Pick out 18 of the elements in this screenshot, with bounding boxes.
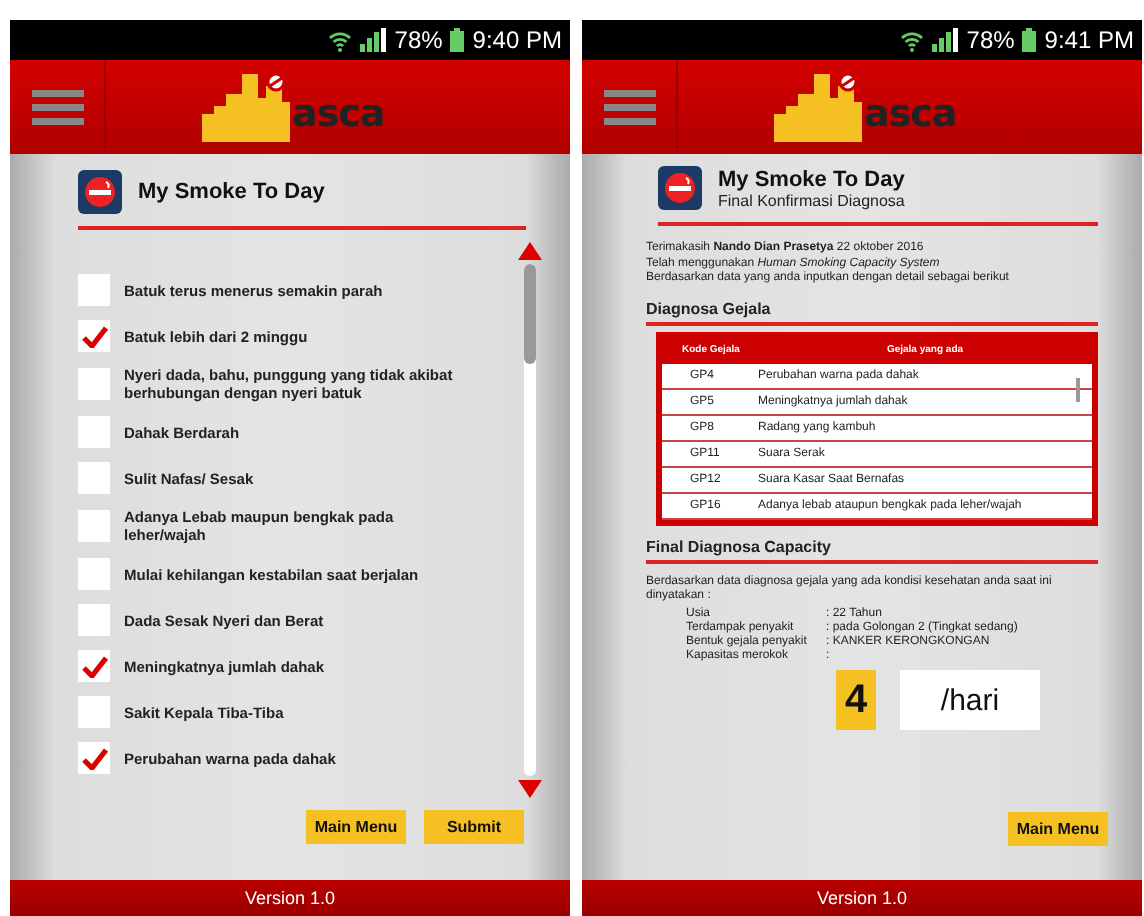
- version-footer: Version 1.0: [10, 880, 570, 916]
- main-menu-button[interactable]: Main Menu: [306, 810, 406, 844]
- capacity-value: 4: [836, 670, 876, 731]
- clock: 9:40 PM: [472, 26, 562, 54]
- section-heading: Final Diagnosa Capacity: [646, 537, 1098, 563]
- clock: 9:41 PM: [1044, 26, 1134, 54]
- main-menu-button[interactable]: Main Menu: [1008, 812, 1108, 846]
- logo-text: asca: [864, 95, 957, 133]
- screen-title: My Smoke To Day: [718, 167, 905, 191]
- battery-level: 78%: [394, 26, 443, 54]
- screen-title: My Smoke To Day: [138, 180, 325, 204]
- capacity-unit: /hari: [900, 670, 1040, 731]
- version-footer: Version 1.0: [582, 880, 1142, 916]
- logo-text: asca: [292, 95, 385, 133]
- battery-level: 78%: [966, 26, 1015, 54]
- section-heading: Diagnosa Gejala: [646, 299, 1098, 325]
- submit-button[interactable]: Submit: [424, 810, 524, 844]
- screen-subtitle: Final Konfirmasi Diagnosa: [718, 191, 905, 209]
